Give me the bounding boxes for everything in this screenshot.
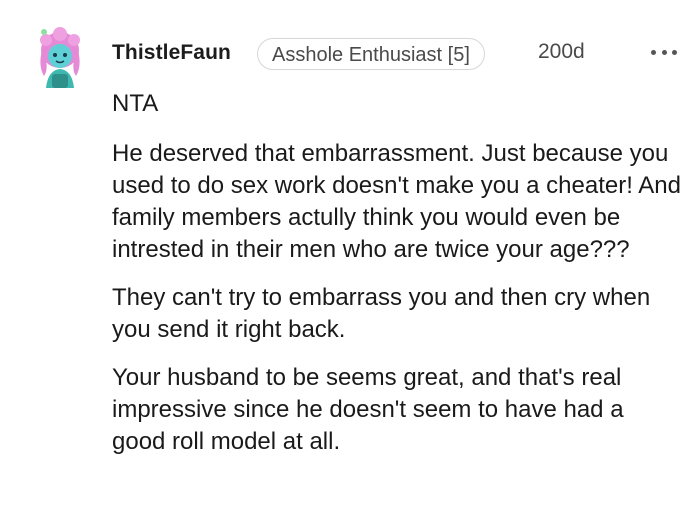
comment-paragraph: Your husband to be seems great, and that… — [112, 364, 624, 455]
username[interactable]: ThistleFaun — [112, 41, 231, 65]
comment-body: NTA He deserved that embarrassment. Just… — [112, 88, 682, 458]
user-flair-badge: Asshole Enthusiast [5] — [257, 38, 485, 70]
comment-paragraph: He deserved that embarrassment. Just bec… — [112, 140, 681, 263]
user-avatar-icon[interactable] — [34, 26, 86, 90]
dot — [672, 49, 677, 55]
comment-age: 200d — [538, 40, 585, 63]
dot — [651, 49, 656, 55]
more-horizontal-icon[interactable] — [651, 48, 677, 56]
dot — [661, 49, 667, 55]
avatar-illustration — [40, 27, 80, 88]
comment-paragraph: They can't try to embarrass you and then… — [112, 284, 651, 343]
comment: ThistleFaun Asshole Enthusiast [5] 200d … — [0, 0, 700, 517]
comment-paragraph: NTA — [112, 90, 159, 117]
